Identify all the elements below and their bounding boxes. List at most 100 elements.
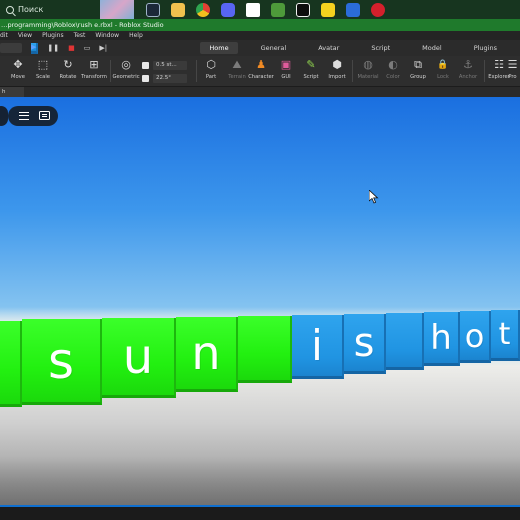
3d-viewport[interactable]: s u n i s h o t [0, 97, 520, 505]
script-icon: ✎ [306, 58, 316, 71]
text-blocks: s u n i s h o t [0, 97, 520, 505]
document-tab[interactable]: h e.rbxl× [0, 87, 25, 105]
lock-label: Lock [437, 74, 449, 80]
blue-block-o[interactable]: o [460, 311, 491, 363]
character-icon: ♟ [256, 58, 266, 71]
import-icon: ⬢ [332, 58, 342, 71]
properties-label: Pro [508, 74, 517, 80]
snap-settings: 0.5 st... 22.5° [142, 60, 192, 84]
blue-block-blank[interactable] [386, 313, 424, 370]
transform-tool[interactable]: ⊞ Transform [79, 58, 109, 81]
color-label: Color [386, 74, 400, 80]
status-strip [0, 505, 520, 520]
chat-icon[interactable] [39, 111, 50, 120]
anchor-tool[interactable]: ⚓ Anchor [453, 58, 483, 81]
chrome-icon[interactable] [195, 2, 210, 17]
green-block-n[interactable]: n [176, 317, 238, 392]
import-label: Import [328, 74, 346, 80]
properties-tool[interactable]: ☰ Pro [505, 59, 520, 80]
green-block-u[interactable]: u [102, 318, 176, 398]
green-block-left[interactable] [0, 321, 22, 407]
green-block-s[interactable]: s [22, 319, 102, 405]
tab-avatar[interactable]: Avatar [309, 42, 348, 54]
tab-plugins[interactable]: Plugins [465, 42, 506, 54]
rotate-label: Rotate [59, 74, 77, 80]
window-title: …programming\Roblox\rush e.rbxl - Roblox… [0, 19, 520, 31]
roblox-icon[interactable] [245, 2, 260, 17]
taskbar-search[interactable]: Поиск [0, 0, 100, 19]
color-icon: ◐ [388, 58, 398, 71]
opera-icon[interactable] [370, 2, 385, 17]
hamburger-menu-icon[interactable] [19, 112, 29, 120]
snap-move-field[interactable]: 0.5 st... [153, 61, 187, 70]
rotate-icon: ↻ [63, 58, 73, 71]
group-label: Group [410, 74, 426, 80]
snap-move-checkbox[interactable] [142, 62, 149, 69]
gui-icon: ▣ [280, 58, 292, 71]
block-letter-n: n [191, 326, 221, 380]
discord-icon[interactable] [220, 2, 235, 17]
block-letter-o: o [464, 316, 485, 355]
blue-block-i[interactable]: i [292, 315, 344, 379]
stop-icon[interactable]: ■ [68, 44, 75, 52]
character-label: Character [248, 74, 274, 80]
anchor-icon: ⚓ [463, 58, 473, 71]
folder-icon[interactable] [170, 2, 185, 17]
menu-edit[interactable]: dit [0, 31, 8, 40]
transform-label: Transform [81, 74, 107, 80]
roblox-studio-icon[interactable] [295, 2, 310, 17]
material-icon: ◍ [363, 58, 373, 71]
quick-access: ▶ ❚❚ ■ ▭ ▶| [0, 42, 200, 54]
windows-taskbar: Поиск [0, 0, 520, 19]
anchor-label: Anchor [458, 74, 478, 80]
blue-block-h[interactable]: h [424, 312, 460, 366]
import-tool[interactable]: ⬢ Import [322, 58, 352, 81]
menu-window[interactable]: Window [95, 31, 119, 40]
step-icon[interactable]: ▶| [99, 44, 107, 52]
tab-model[interactable]: Model [413, 42, 451, 54]
client-server-icon[interactable]: ▭ [84, 44, 91, 52]
block-letter-i: i [311, 321, 323, 370]
scale-icon: ⬚ [37, 58, 49, 71]
minecraft-icon[interactable] [270, 2, 285, 17]
green-block-blank[interactable] [238, 316, 292, 383]
quick-dropdown[interactable] [0, 43, 22, 53]
menu-bar: dit View Plugins Test Window Help [0, 31, 520, 40]
terrain-label: Terrain [228, 74, 246, 80]
script-label: Script [303, 74, 319, 80]
document-tab-bar: h e.rbxl× [0, 87, 520, 105]
geometric-icon: ◎ [121, 58, 131, 71]
blue-block-s[interactable]: s [344, 314, 386, 374]
ribbon-toolbar: ✥ Move ⬚ Scale ↻ Rotate ⊞ Transform ◎ Geometr… [0, 56, 520, 87]
app-blue-icon[interactable] [345, 2, 360, 17]
pause-icon[interactable]: ❚❚ [47, 44, 59, 52]
snap-rotate-checkbox[interactable] [142, 75, 149, 82]
mouse-pointer-icon [369, 190, 379, 204]
menu-help[interactable]: Help [129, 31, 143, 40]
block-letter-u: u [122, 328, 154, 385]
play-icon[interactable]: ▶ [31, 42, 39, 54]
steam-icon[interactable] [145, 2, 160, 17]
snap-rotate-field[interactable]: 22.5° [153, 74, 187, 83]
menu-view[interactable]: View [18, 31, 32, 40]
search-icon [6, 5, 14, 14]
tab-script[interactable]: Script [362, 42, 399, 54]
terrain-icon: ⛰ [232, 58, 242, 71]
taskbar-widget-art[interactable] [100, 0, 134, 19]
blue-block-t[interactable]: t [491, 310, 520, 361]
tab-general[interactable]: General [252, 42, 296, 54]
menu-plugins[interactable]: Plugins [42, 31, 64, 40]
block-letter-t: t [498, 316, 511, 352]
lock-icon: 🔒 [437, 60, 449, 70]
part-label: Part [205, 74, 217, 80]
move-icon: ✥ [13, 58, 23, 71]
menu-test[interactable]: Test [74, 31, 86, 40]
taskbar-search-label: Поиск [18, 5, 44, 14]
explorer-icon: ☷ [494, 58, 504, 71]
tab-home[interactable]: Home [200, 42, 238, 54]
transform-icon: ⊞ [89, 58, 99, 71]
move-label: Move [11, 74, 25, 80]
gui-label: GUI [281, 74, 291, 80]
geometric-tool[interactable]: ◎ Geometric [111, 58, 141, 81]
app-yellow-icon[interactable] [320, 2, 335, 17]
